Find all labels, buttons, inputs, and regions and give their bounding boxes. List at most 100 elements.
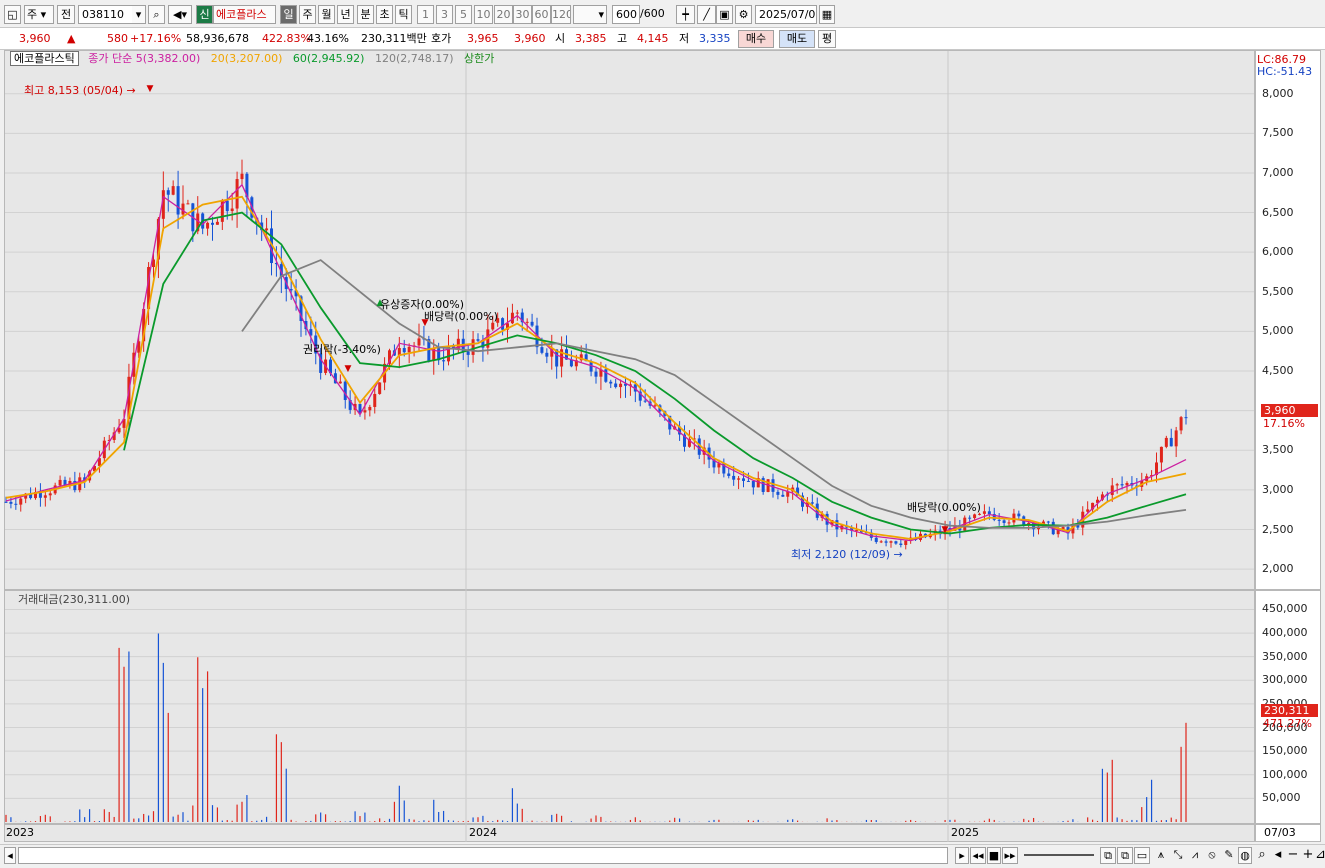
candle-body (614, 383, 618, 388)
zoom-in-icon[interactable]: + (1301, 847, 1315, 864)
candle-body (368, 406, 372, 411)
ex-rights-label: 권리락(-3.40%) (303, 343, 381, 356)
scroll-left-icon[interactable]: ◂ (4, 847, 16, 864)
candle-body (1012, 513, 1016, 523)
candle-body (265, 228, 269, 231)
copy-icon[interactable]: ⧉ (1100, 847, 1116, 864)
candle-body (874, 537, 878, 542)
zoom-slider-track (1024, 854, 1094, 856)
candle-body (171, 186, 175, 195)
candle-body (732, 475, 736, 480)
candle-body (9, 501, 13, 504)
candle-body (58, 479, 62, 486)
candle-body (338, 381, 342, 384)
legend-ma20[interactable]: 20(3,207.00) (211, 52, 283, 65)
candle-body (466, 351, 470, 355)
high-annotation-text: 최고 8,153 (05/04) (24, 84, 124, 97)
candle-body (476, 339, 480, 341)
bottom-bar: ◂ ▸ ◂◂ ■ ▸▸ ⧉ ⧉ ▭ ⩚ ⤡ ⩘ ⦸ ✎ ◍ ⌕ ◂ − + ⊿ (0, 844, 1325, 868)
price-tick-label: 6,000 (1262, 245, 1294, 259)
candle-body (1125, 482, 1129, 486)
candle-body (358, 403, 362, 413)
draw-icon[interactable]: ✎ (1221, 847, 1237, 864)
price-tick-label: 5,500 (1262, 284, 1294, 298)
candle-body (545, 352, 549, 357)
stop-icon[interactable]: ■ (987, 847, 1001, 864)
window-icon[interactable]: ▭ (1134, 847, 1150, 864)
pan-left-icon[interactable]: ◂ (1271, 847, 1285, 864)
current-volume-pct: 471.27% (1263, 717, 1312, 730)
tool-icon[interactable]: ⦸ (1204, 847, 1220, 864)
candle-body (1164, 437, 1168, 447)
candle-body (781, 494, 785, 497)
candle-body (442, 360, 446, 362)
candle-body (525, 321, 529, 323)
volume-panel-label: 거래대금(230,311.00) (18, 593, 131, 606)
current-price-marker: 3,960 (1261, 404, 1318, 417)
candle-body (407, 346, 411, 353)
indicator-icon[interactable]: ⩚ (1153, 847, 1169, 864)
event-marker: ▼ (942, 525, 949, 535)
hc-value: HC:-51.43 (1257, 65, 1313, 78)
dividend-label-1: 배당락(0.00%) (424, 310, 498, 323)
fast-forward-icon[interactable]: ▸▸ (1002, 847, 1018, 864)
candle-body (904, 540, 908, 545)
price-tick-label: 5,000 (1262, 324, 1294, 338)
current-volume-marker: 230,311 (1261, 704, 1318, 717)
legend-upper-limit[interactable]: 상한가 (464, 52, 494, 65)
ma60-line (123, 211, 1187, 535)
current-pct-marker: 17.16% (1263, 417, 1305, 430)
candle-body (1179, 417, 1183, 431)
legend-ma60[interactable]: 60(2,945.92) (293, 52, 365, 65)
candle-body (43, 495, 47, 498)
zoom-slider[interactable] (1024, 847, 1094, 864)
ma20-line (5, 195, 1187, 540)
legend-close[interactable]: 종가 단순 (88, 52, 132, 65)
candle-body (899, 543, 903, 545)
play-icon[interactable]: ▸ (955, 847, 969, 864)
candle-body (1046, 521, 1050, 523)
candle-body (1115, 484, 1119, 486)
search-icon[interactable]: ⌕ (1254, 847, 1270, 864)
candle-body (166, 190, 170, 195)
arrow-right-icon: → (126, 84, 136, 97)
rewind-icon[interactable]: ◂◂ (970, 847, 986, 864)
candle-body (810, 502, 814, 504)
candle-body (737, 478, 741, 480)
candle-body (997, 519, 1001, 521)
paste-icon[interactable]: ⧉ (1117, 847, 1133, 864)
legend-ma120[interactable]: 120(2,748.17) (375, 52, 454, 65)
candle-body (515, 312, 519, 314)
candle-body (363, 410, 367, 413)
low-annotation: 최저 2,120 (12/09) → (791, 546, 903, 562)
date-label-2024: 2024 (469, 826, 497, 839)
candle-body (609, 381, 613, 384)
expand-icon[interactable]: ⊿ (1315, 847, 1325, 864)
event-marker: ▼ (345, 364, 352, 374)
zoom-out-icon[interactable]: − (1286, 847, 1300, 864)
candle-body (4, 501, 8, 503)
pattern-icon[interactable]: ⩘ (1187, 847, 1203, 864)
price-tick-label: 2,000 (1262, 562, 1294, 576)
candle-body (471, 339, 475, 355)
volume-tick-label: 400,000 (1262, 626, 1308, 640)
price-tick-label: 3,500 (1262, 443, 1294, 457)
legend-ma5[interactable]: 5(3,382.00) (136, 52, 201, 65)
candle-body (215, 221, 219, 225)
date-label-last: 07/03 (1264, 826, 1296, 839)
horizontal-scrollbar[interactable] (18, 847, 948, 864)
candle-body (501, 318, 505, 330)
candle-body (746, 480, 750, 482)
trend-icon[interactable]: ⤡ (1170, 847, 1186, 864)
candle-body (1174, 430, 1178, 447)
candle-body (235, 179, 239, 209)
price-tick-label: 7,000 (1262, 165, 1294, 179)
candle-body (982, 511, 986, 514)
candle-body (14, 503, 18, 505)
candle-body (894, 541, 898, 544)
volume-tick-label: 350,000 (1262, 649, 1308, 663)
reset-icon[interactable]: ◍ (1238, 847, 1252, 864)
price-tick-label: 3,000 (1262, 482, 1294, 496)
legend-stock-name[interactable]: 에코플라스틱 (10, 51, 79, 66)
candle-body (230, 208, 234, 212)
